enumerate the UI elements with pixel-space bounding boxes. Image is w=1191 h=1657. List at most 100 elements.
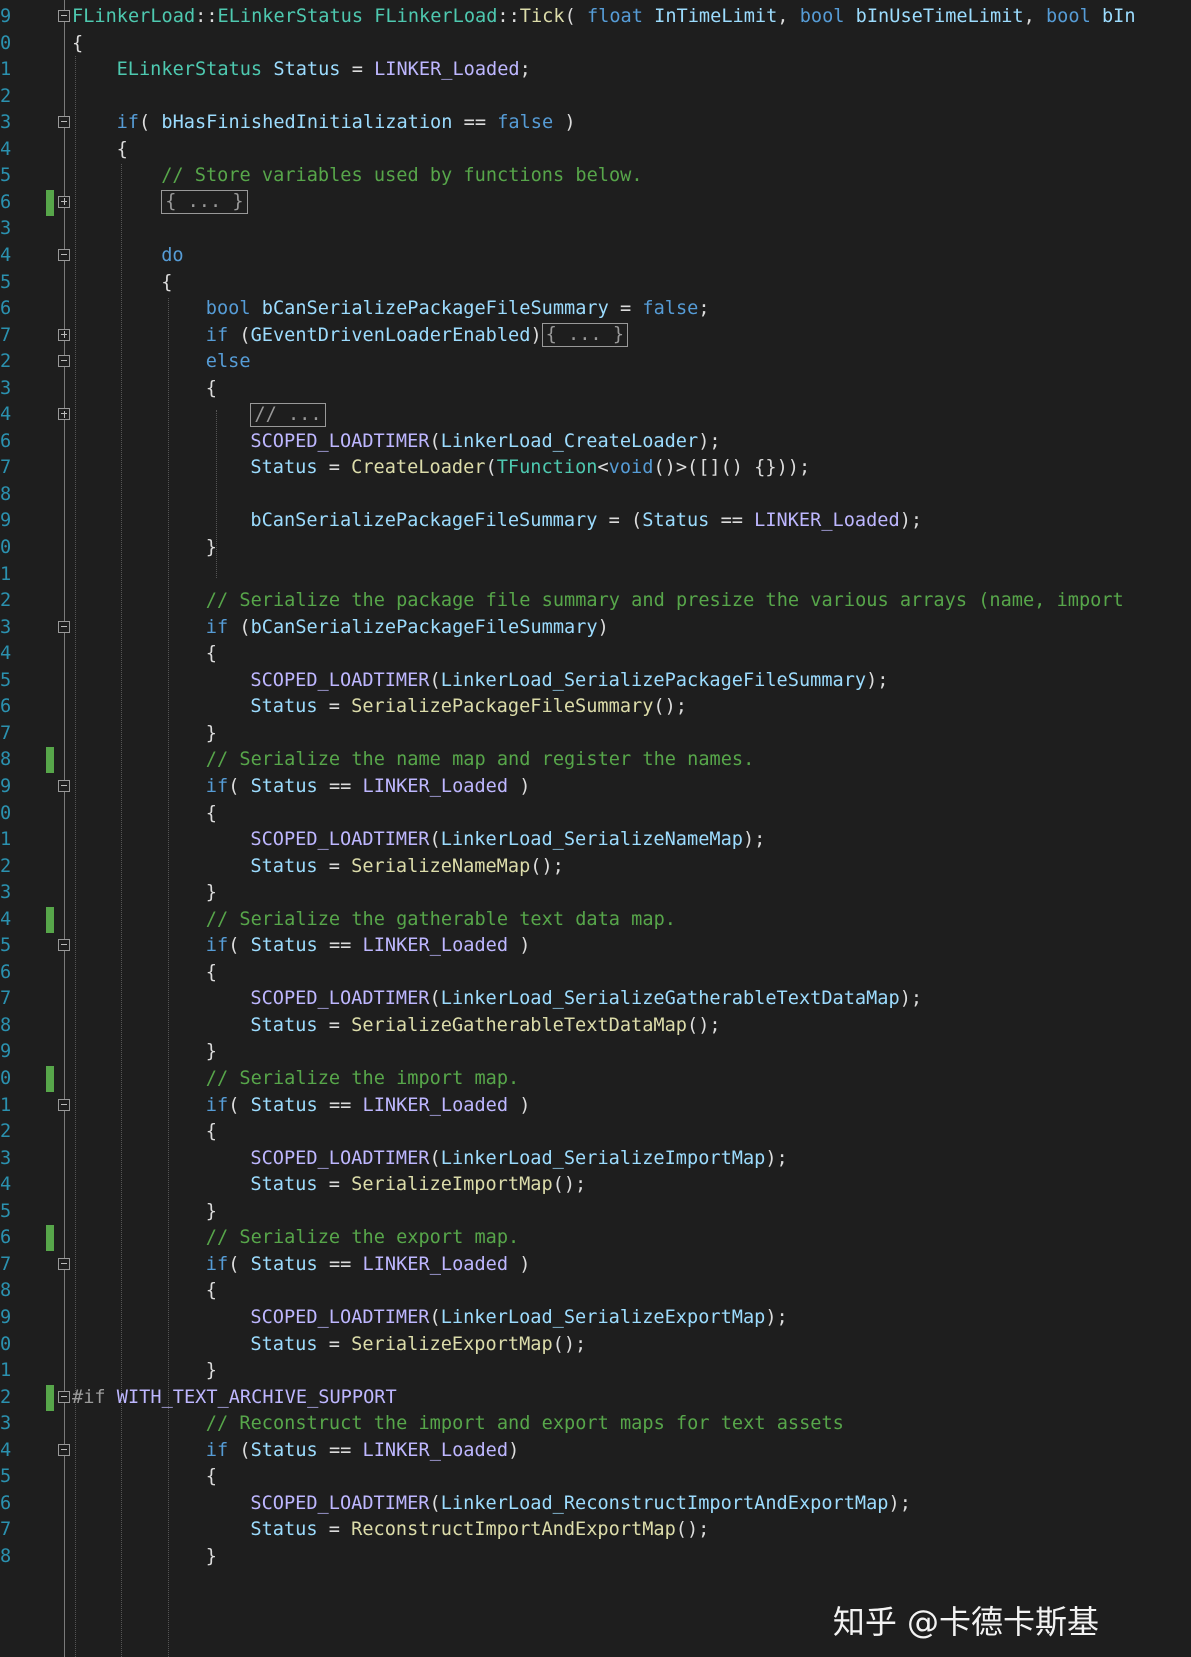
- code-line[interactable]: 2 Status = SerializeNameMap();: [0, 853, 1191, 881]
- code-line[interactable]: 7 Status = ReconstructImportAndExportMap(…: [0, 1516, 1191, 1544]
- code-line[interactable]: 8: [0, 481, 1191, 509]
- code-line[interactable]: 1}: [0, 1357, 1191, 1385]
- code-token: else: [205, 351, 251, 373]
- code-line[interactable]: 3 SCOPED_LOADTIMER(LinkerLoad_SerializeIm…: [0, 1145, 1191, 1173]
- code-line[interactable]: 4 do: [0, 242, 1191, 270]
- code-line[interactable]: 6 Status = SerializePackageFileSummary();: [0, 693, 1191, 721]
- code-line[interactable]: 5 if( Status == LINKER_Loaded ): [0, 932, 1191, 960]
- collapse-icon[interactable]: [58, 1257, 70, 1270]
- code-line[interactable]: 2: [0, 83, 1191, 111]
- code-line[interactable]: 1 if( Status == LINKER_Loaded ): [0, 1092, 1191, 1120]
- code-line[interactable]: 3{: [0, 375, 1191, 403]
- expand-icon[interactable]: [58, 408, 70, 421]
- line-number: 1: [0, 59, 12, 81]
- code-line[interactable]: 4 Status = SerializeImportMap();: [0, 1171, 1191, 1199]
- collapse-icon[interactable]: [58, 939, 70, 952]
- code-line[interactable]: 2 else: [0, 348, 1191, 376]
- code-line[interactable]: 0 // Serialize the import map.: [0, 1065, 1191, 1093]
- expand-icon[interactable]: [58, 195, 70, 208]
- code-line[interactable]: 7}: [0, 720, 1191, 748]
- code-line[interactable]: 0 Status = SerializeExportMap();: [0, 1331, 1191, 1359]
- code-line[interactable]: 3 if( bHasFinishedInitialization == false…: [0, 109, 1191, 137]
- line-number: 1: [0, 829, 12, 851]
- code-line[interactable]: 9 SCOPED_LOADTIMER(LinkerLoad_SerializeEx…: [0, 1304, 1191, 1332]
- collapse-icon[interactable]: [58, 116, 70, 129]
- code-text: // Serialize the import map.: [206, 1065, 519, 1093]
- code-line[interactable]: 4 // Serialize the gatherable text data m…: [0, 906, 1191, 934]
- code-text: {: [206, 375, 217, 403]
- code-line[interactable]: 1 SCOPED_LOADTIMER(LinkerLoad_SerializeNa…: [0, 826, 1191, 854]
- code-line[interactable]: 6{: [0, 959, 1191, 987]
- code-line[interactable]: 3}: [0, 879, 1191, 907]
- collapse-icon[interactable]: [58, 248, 70, 261]
- line-number: 4: [0, 1439, 12, 1461]
- collapse-icon[interactable]: [58, 1098, 70, 1111]
- code-line[interactable]: 0{: [0, 800, 1191, 828]
- code-line[interactable]: 8 Status = SerializeGatherableTextDataMap…: [0, 1012, 1191, 1040]
- code-line[interactable]: 7 if( Status == LINKER_Loaded ): [0, 1251, 1191, 1279]
- code-line[interactable]: 7 if (GEventDrivenLoaderEnabled){ ... }: [0, 322, 1191, 350]
- code-line[interactable]: 4 // ...: [0, 401, 1191, 429]
- collapse-icon[interactable]: [58, 1443, 70, 1456]
- line-number: 7: [0, 457, 12, 479]
- code-token: (: [429, 1147, 441, 1169]
- code-text: FLinkerLoad::ELinkerStatus FLinkerLoad::…: [72, 3, 1136, 31]
- code-text: }: [206, 1543, 217, 1571]
- collapse-icon[interactable]: [58, 355, 70, 368]
- code-line[interactable]: 2{: [0, 1118, 1191, 1146]
- code-line[interactable]: 0{: [0, 30, 1191, 58]
- code-line[interactable]: 9 if( Status == LINKER_Loaded ): [0, 773, 1191, 801]
- collapsed-region[interactable]: // ...: [250, 402, 326, 427]
- expand-icon[interactable]: [58, 328, 70, 341]
- code-line[interactable]: 7 SCOPED_LOADTIMER(LinkerLoad_SerializeGa…: [0, 985, 1191, 1013]
- code-line[interactable]: 8 // Serialize the name map and register …: [0, 746, 1191, 774]
- code-line[interactable]: 6 { ... }: [0, 189, 1191, 217]
- code-line[interactable]: 2 // Serialize the package file summary a…: [0, 587, 1191, 615]
- code-line[interactable]: 1 ELinkerStatus Status = LINKER_Loaded;: [0, 56, 1191, 84]
- code-text: SCOPED_LOADTIMER(LinkerLoad_CreateLoader…: [250, 428, 720, 456]
- code-line[interactable]: 9 FLinkerLoad::ELinkerStatus FLinkerLoad:…: [0, 3, 1191, 31]
- collapse-icon[interactable]: [58, 10, 70, 22]
- code-line[interactable]: 5 SCOPED_LOADTIMER(LinkerLoad_SerializePa…: [0, 667, 1191, 695]
- code-token: ==: [452, 112, 498, 134]
- code-line[interactable]: 9}: [0, 1038, 1191, 1066]
- code-line[interactable]: 3: [0, 215, 1191, 243]
- collapse-icon[interactable]: [58, 1390, 70, 1403]
- code-line[interactable]: 6 bool bCanSerializePackageFileSummary = …: [0, 295, 1191, 323]
- code-line[interactable]: 4{: [0, 640, 1191, 668]
- collapsed-region[interactable]: { ... }: [161, 190, 248, 215]
- code-line[interactable]: 6 SCOPED_LOADTIMER(LinkerLoad_Reconstruct…: [0, 1490, 1191, 1518]
- code-line[interactable]: 3 if (bCanSerializePackageFileSummary): [0, 614, 1191, 642]
- line-number: 3: [0, 1147, 12, 1169]
- line-number: 3: [0, 1413, 12, 1435]
- code-line[interactable]: 4 if (Status == LINKER_Loaded): [0, 1437, 1191, 1465]
- code-editor[interactable]: 9 FLinkerLoad::ELinkerStatus FLinkerLoad:…: [0, 0, 1191, 1657]
- code-line[interactable]: 1: [0, 561, 1191, 589]
- code-line[interactable]: 2 #if WITH_TEXT_ARCHIVE_SUPPORT: [0, 1384, 1191, 1412]
- code-line[interactable]: 4{: [0, 136, 1191, 164]
- code-token: bInUseTimeLimit: [855, 6, 1024, 27]
- collapse-icon[interactable]: [58, 779, 70, 792]
- code-line[interactable]: 6 // Serialize the export map.: [0, 1224, 1191, 1252]
- code-line[interactable]: 3 // Reconstruct the import and export ma…: [0, 1410, 1191, 1438]
- collapse-icon[interactable]: [58, 620, 70, 633]
- code-line[interactable]: 7 Status = CreateLoader(TFunction<void()>…: [0, 454, 1191, 482]
- code-line[interactable]: 5}: [0, 1198, 1191, 1226]
- collapsed-region[interactable]: { ... }: [541, 323, 629, 348]
- code-line[interactable]: 5{: [0, 1463, 1191, 1491]
- code-line[interactable]: 6 SCOPED_LOADTIMER(LinkerLoad_CreateLoade…: [0, 428, 1191, 456]
- code-line[interactable]: 5{: [0, 269, 1191, 297]
- code-line[interactable]: 8}: [0, 1543, 1191, 1571]
- code-line[interactable]: 5 // Store variables used by functions be…: [0, 162, 1191, 190]
- code-token: SerializeExportMap: [351, 1333, 553, 1355]
- code-text: Status = SerializeExportMap();: [250, 1331, 586, 1359]
- change-marker: [46, 1225, 54, 1252]
- code-token: Status: [250, 457, 318, 479]
- code-line[interactable]: 8{: [0, 1277, 1191, 1305]
- code-line[interactable]: 9 bCanSerializePackageFileSummary = (Stat…: [0, 507, 1191, 535]
- code-token: );: [899, 988, 923, 1010]
- code-token: = (: [597, 510, 643, 532]
- code-line[interactable]: 0}: [0, 534, 1191, 562]
